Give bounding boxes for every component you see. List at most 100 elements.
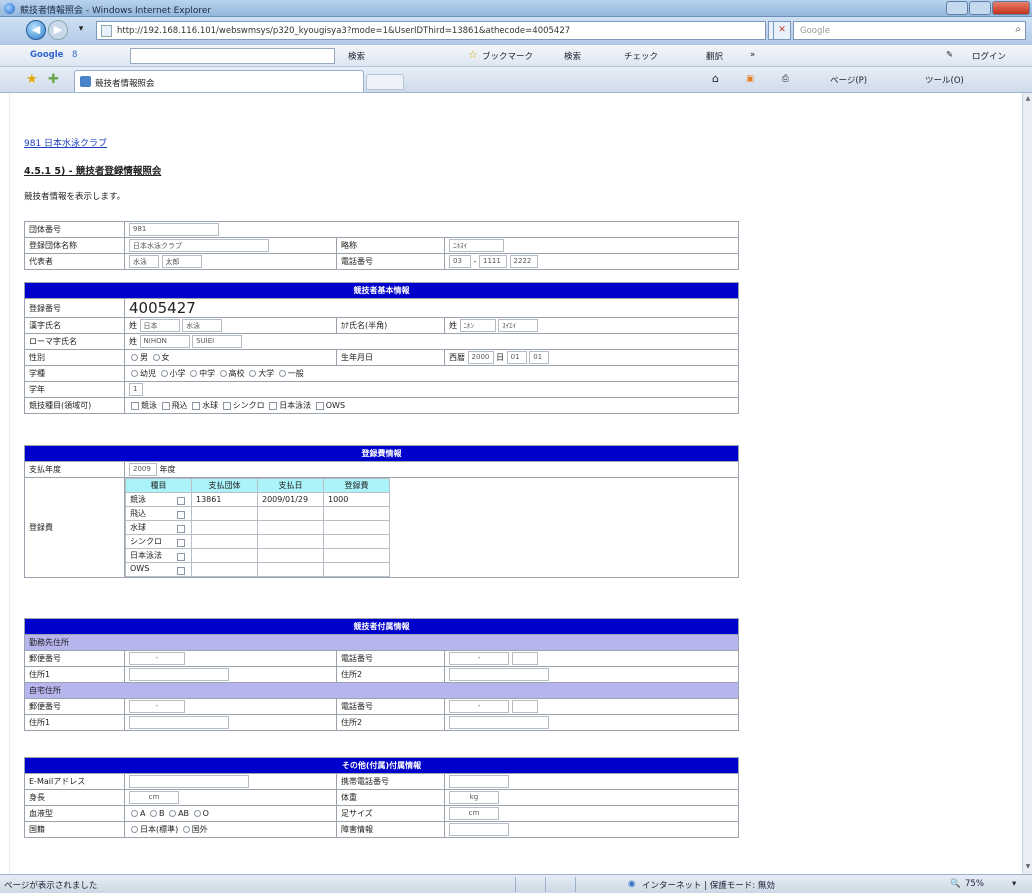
scroll-up-icon[interactable]: ▲ [1024,95,1032,104]
kana-sei-tag: 姓 [449,321,457,330]
more-menu[interactable]: » [750,50,755,60]
wrench-icon[interactable]: ✎ [946,50,953,60]
blood-radio[interactable] [169,810,177,817]
vertical-scrollbar[interactable]: ▲ ▼ [1022,93,1032,874]
work-tel-label: 電話番号 [336,650,445,667]
check-menu[interactable]: チェック [624,50,658,62]
sex-female-radio[interactable] [152,354,160,361]
club-link[interactable]: 981 日本水泳クラブ [24,136,107,149]
minimize-button[interactable] [946,1,968,15]
school-options: 幼児 小学 中学 高校 大学 一般 [124,365,739,382]
fee-row-org [191,534,258,549]
scroll-down-icon[interactable]: ▼ [1024,863,1032,872]
kanji-sei-tag: 姓 [129,321,137,330]
stop-icon[interactable]: ✕ [773,21,791,40]
window-titlebar: 競技者情報照会 - Windows Internet Explorer [0,0,1032,17]
nationality-radio[interactable] [182,826,190,833]
search-input[interactable]: Google ⌕ [793,21,1026,40]
google-search-button[interactable]: 検索 [348,50,365,62]
basic-info-table: 競技者基本情報 登録番号 4005427 漢字氏名 姓 日本 水泳 ｶﾅ氏名(半… [24,282,739,414]
close-button[interactable] [992,1,1030,15]
add-favorites-icon[interactable]: ✚ [48,72,59,87]
fee-row-date: 2009/01/29 [257,492,324,507]
sex-male-radio[interactable] [131,354,138,361]
team-no-label: 団体番号 [24,221,125,238]
event-checkbox[interactable] [192,401,201,410]
org-table: 団体番号 981 登録団体名称 日本水泳クラブ 略称 ﾆﾎｽｲ 代表者 水泳 太… [24,221,739,270]
mobile-field [449,775,509,788]
rep-label: 代表者 [24,253,125,270]
home-addr1-label: 住所1 [24,714,125,731]
feeds-icon[interactable]: ▣ [746,74,754,84]
event-checkbox[interactable] [269,401,278,410]
fee-row-checkbox[interactable] [177,539,185,547]
school-opt-1: 小学 [169,369,186,378]
login-link[interactable]: ログイン [972,50,1006,62]
address-url[interactable]: http://192.168.116.101/webswmsys/p320_ky… [117,26,570,36]
blood-radio[interactable] [131,810,138,817]
nationality-radio[interactable] [131,826,138,833]
google-brand[interactable]: Google [30,50,63,60]
home-icon[interactable]: ⌂ [712,72,719,85]
fee-row-checkbox[interactable] [177,553,185,561]
search-menu[interactable]: 検索 [564,50,581,62]
event-checkbox[interactable] [222,401,231,410]
google-g-count[interactable]: 8 [72,50,77,60]
school-radio[interactable] [219,370,227,377]
fee-row-checkbox[interactable] [177,497,185,505]
fee-row-date [257,506,324,521]
fee-row-org [191,506,258,521]
forward-button[interactable]: ▶ [48,20,68,40]
print-icon[interactable]: ⎙ [782,74,789,84]
blood-radio[interactable] [193,810,201,817]
event-checkbox[interactable] [315,401,324,410]
email-label: E-Mailアドレス [24,773,125,790]
security-zone[interactable]: インターネット | 保護モード: 無効 [642,879,775,891]
fee-row-org [191,562,258,577]
zoom-level[interactable]: 75% [965,879,984,889]
new-tab-button[interactable] [366,74,404,90]
zoom-icon[interactable]: 🔍 [950,879,961,889]
email-field [129,775,249,788]
bookmarks-menu[interactable]: ブックマーク [482,50,533,62]
fee-row-checkbox[interactable] [177,511,185,519]
dob-label: 生年月日 [336,349,445,366]
work-tel-field: - [449,652,509,665]
blood-radio[interactable] [150,810,158,817]
zoom-dropdown-icon[interactable]: ▾ [1012,879,1016,889]
school-radio[interactable] [190,370,198,377]
page-menu[interactable]: ページ(P) [830,74,867,86]
tab-favicon [80,76,91,87]
table-row: 飛込 [125,506,390,521]
fee-row-checkbox[interactable] [177,567,185,575]
school-radio[interactable] [160,370,168,377]
team-name-label: 登録団体名称 [24,237,125,254]
fee-label: 登録費 [24,477,125,578]
favorites-star-icon[interactable]: ★ [26,72,38,87]
org-tel-label: 電話番号 [336,253,445,270]
address-bar[interactable]: http://192.168.116.101/webswmsys/p320_ky… [96,21,766,40]
sex-label: 性別 [24,349,125,366]
search-icon[interactable]: ⌕ [1015,24,1021,35]
back-button[interactable]: ◀ [26,20,46,40]
nat-opt-foreign: 国外 [191,825,208,834]
google-search-field[interactable] [130,48,335,64]
event-checkbox[interactable] [131,401,139,410]
bookmarks-star-icon[interactable]: ☆ [468,48,478,61]
school-radio[interactable] [249,370,257,377]
translate-menu[interactable]: 翻訳 [706,50,723,62]
nav-dropdown-icon[interactable]: ▾ [72,21,90,40]
school-radio[interactable] [278,370,286,377]
event-checkbox[interactable] [161,401,170,410]
favorites-bar: ★ ✚ 競技者情報照会 ⌂ ▣ ⎙ ページ(P) ツール(O) [0,67,1032,93]
maximize-button[interactable] [969,1,991,15]
tab-active[interactable]: 競技者情報照会 [74,70,364,92]
event-opt-0: 競泳 [141,401,157,410]
tools-menu[interactable]: ツール(O) [925,74,964,86]
table-row: 水球 [125,520,390,535]
fee-row-date [257,534,324,549]
dob-year-unit: 日 [496,353,505,362]
fee-row-checkbox[interactable] [177,525,185,533]
school-radio[interactable] [131,370,138,377]
status-divider [515,877,516,892]
